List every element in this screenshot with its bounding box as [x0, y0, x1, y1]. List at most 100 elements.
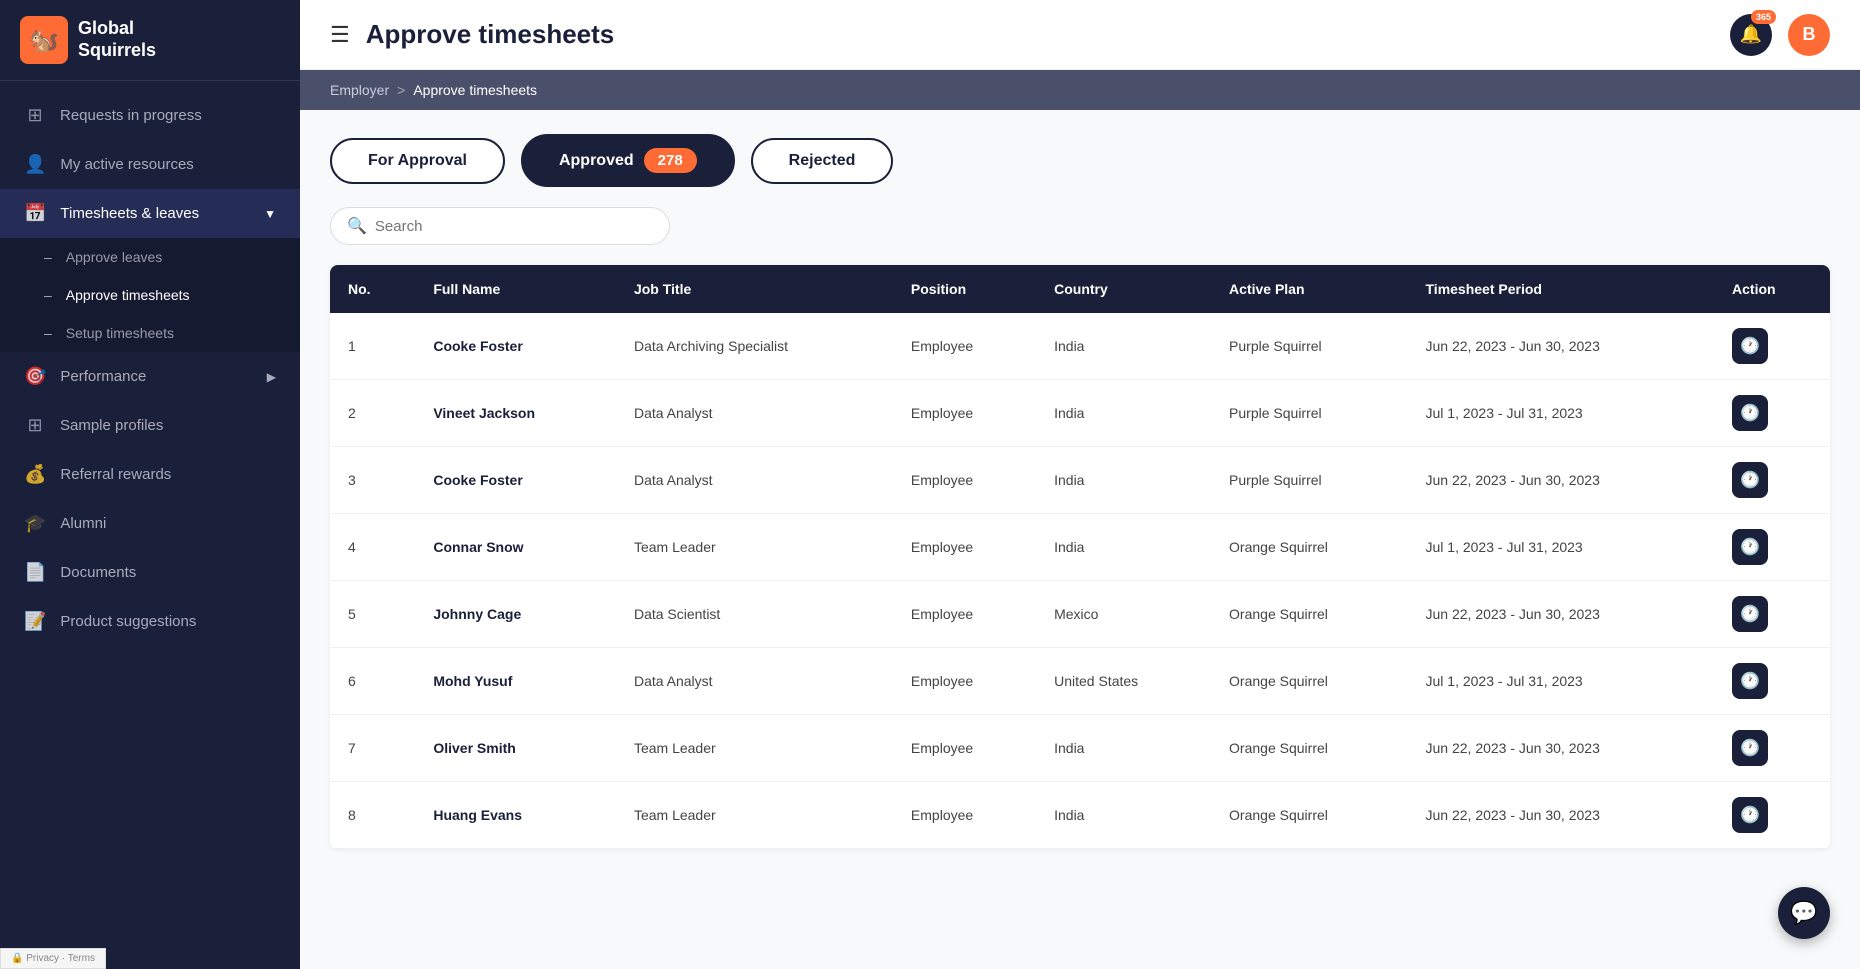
cell-activeplan: Orange Squirrel — [1211, 648, 1407, 715]
tab-rejected-label: Rejected — [789, 152, 856, 170]
hamburger-menu[interactable]: ☰ — [330, 22, 350, 48]
data-table-wrapper: No. Full Name Job Title Position Country… — [330, 265, 1830, 849]
cell-period: Jun 22, 2023 - Jun 30, 2023 — [1408, 447, 1715, 514]
table-row: 5 Johnny Cage Data Scientist Employee Me… — [330, 581, 1830, 648]
view-timesheet-button[interactable]: 🕐 — [1732, 797, 1768, 833]
sidebar-item-documents[interactable]: 📄 Documents — [0, 548, 300, 597]
cell-action: 🕐 — [1714, 447, 1830, 514]
cell-period: Jun 22, 2023 - Jun 30, 2023 — [1408, 313, 1715, 380]
sidebar-item-approve-leaves[interactable]: – Approve leaves — [0, 238, 300, 276]
sidebar-item-sample[interactable]: ⊞ Sample profiles — [0, 401, 300, 450]
chat-fab-button[interactable]: 💬 — [1778, 887, 1830, 939]
table-row: 7 Oliver Smith Team Leader Employee Indi… — [330, 715, 1830, 782]
notification-button[interactable]: 🔔 365 — [1730, 14, 1772, 56]
col-action: Action — [1714, 265, 1830, 313]
cell-country: United States — [1036, 648, 1211, 715]
table-row: 3 Cooke Foster Data Analyst Employee Ind… — [330, 447, 1830, 514]
sidebar-item-performance[interactable]: 🎯 Performance ▶ — [0, 352, 300, 401]
sidebar-nav: ⊞ Requests in progress 👤 My active resou… — [0, 81, 300, 969]
sidebar-item-referral[interactable]: 💰 Referral rewards — [0, 450, 300, 499]
col-jobtitle: Job Title — [616, 265, 893, 313]
cell-activeplan: Purple Squirrel — [1211, 313, 1407, 380]
cell-position: Employee — [893, 380, 1036, 447]
table-header: No. Full Name Job Title Position Country… — [330, 265, 1830, 313]
cell-country: India — [1036, 514, 1211, 581]
cell-action: 🕐 — [1714, 782, 1830, 849]
view-timesheet-button[interactable]: 🕐 — [1732, 663, 1768, 699]
view-timesheet-button[interactable]: 🕐 — [1732, 730, 1768, 766]
cell-country: India — [1036, 313, 1211, 380]
cell-jobtitle: Team Leader — [616, 782, 893, 849]
cell-no: 1 — [330, 313, 415, 380]
timesheets-table: No. Full Name Job Title Position Country… — [330, 265, 1830, 849]
table-row: 2 Vineet Jackson Data Analyst Employee I… — [330, 380, 1830, 447]
col-country: Country — [1036, 265, 1211, 313]
sidebar-label-approve-leaves: Approve leaves — [66, 249, 163, 265]
view-timesheet-button[interactable]: 🕐 — [1732, 328, 1768, 364]
cell-period: Jun 22, 2023 - Jun 30, 2023 — [1408, 581, 1715, 648]
cell-position: Employee — [893, 715, 1036, 782]
sidebar-label-referral: Referral rewards — [60, 466, 171, 483]
cell-activeplan: Orange Squirrel — [1211, 715, 1407, 782]
cell-position: Employee — [893, 313, 1036, 380]
recaptcha-bar: 🔒 Privacy · Terms — [0, 948, 106, 969]
col-period: Timesheet Period — [1408, 265, 1715, 313]
sidebar-item-alumni[interactable]: 🎓 Alumni — [0, 499, 300, 548]
sidebar-item-requests[interactable]: ⊞ Requests in progress — [0, 91, 300, 140]
cell-name: Johnny Cage — [415, 581, 616, 648]
cell-name: Cooke Foster — [415, 447, 616, 514]
sidebar-item-setup-timesheets[interactable]: – Setup timesheets — [0, 314, 300, 352]
sidebar-item-timesheets[interactable]: 📅 Timesheets & leaves ▼ — [0, 189, 300, 238]
cell-country: Mexico — [1036, 581, 1211, 648]
tab-approved[interactable]: Approved 278 — [521, 134, 735, 187]
cell-no: 3 — [330, 447, 415, 514]
user-avatar[interactable]: B — [1788, 14, 1830, 56]
tab-for-approval-label: For Approval — [368, 152, 467, 170]
view-timesheet-button[interactable]: 🕐 — [1732, 529, 1768, 565]
requests-icon: ⊞ — [24, 105, 46, 126]
cell-activeplan: Orange Squirrel — [1211, 581, 1407, 648]
resources-icon: 👤 — [24, 154, 46, 175]
view-timesheet-button[interactable]: 🕐 — [1732, 462, 1768, 498]
search-input[interactable] — [375, 218, 653, 235]
sidebar-item-approve-timesheets[interactable]: – Approve timesheets — [0, 276, 300, 314]
cell-activeplan: Orange Squirrel — [1211, 514, 1407, 581]
cell-period: Jun 22, 2023 - Jun 30, 2023 — [1408, 715, 1715, 782]
sidebar-item-resources[interactable]: 👤 My active resources — [0, 140, 300, 189]
cell-name: Vineet Jackson — [415, 380, 616, 447]
col-fullname: Full Name — [415, 265, 616, 313]
sidebar-label-resources: My active resources — [60, 156, 193, 173]
cell-country: India — [1036, 782, 1211, 849]
cell-country: India — [1036, 380, 1211, 447]
sidebar-label-requests: Requests in progress — [60, 107, 202, 124]
cell-activeplan: Orange Squirrel — [1211, 782, 1407, 849]
tab-for-approval[interactable]: For Approval — [330, 138, 505, 184]
sidebar-item-product[interactable]: 📝 Product suggestions — [0, 597, 300, 646]
bell-icon: 🔔 — [1740, 24, 1762, 45]
cell-jobtitle: Data Archiving Specialist — [616, 313, 893, 380]
cell-jobtitle: Data Analyst — [616, 447, 893, 514]
breadcrumb-employer[interactable]: Employer — [330, 82, 389, 98]
tab-rejected[interactable]: Rejected — [751, 138, 894, 184]
table-row: 4 Connar Snow Team Leader Employee India… — [330, 514, 1830, 581]
timesheets-chevron: ▼ — [264, 207, 276, 221]
view-timesheet-button[interactable]: 🕐 — [1732, 395, 1768, 431]
chat-icon: 💬 — [1790, 900, 1817, 926]
product-icon: 📝 — [24, 611, 46, 632]
cell-no: 5 — [330, 581, 415, 648]
page-title: Approve timesheets — [366, 19, 615, 50]
logo-container[interactable]: 🐿️ GlobalSquirrels — [0, 0, 300, 81]
table-row: 6 Mohd Yusuf Data Analyst Employee Unite… — [330, 648, 1830, 715]
cell-country: India — [1036, 715, 1211, 782]
performance-icon: 🎯 — [24, 366, 46, 387]
sidebar-label-approve-timesheets: Approve timesheets — [66, 287, 190, 303]
sidebar-label-performance: Performance — [60, 368, 146, 385]
view-timesheet-button[interactable]: 🕐 — [1732, 596, 1768, 632]
cell-no: 8 — [330, 782, 415, 849]
notification-badge: 365 — [1751, 10, 1776, 24]
col-no: No. — [330, 265, 415, 313]
breadcrumb-separator: > — [397, 82, 405, 98]
cell-period: Jun 22, 2023 - Jun 30, 2023 — [1408, 782, 1715, 849]
cell-name: Oliver Smith — [415, 715, 616, 782]
sidebar-label-sample: Sample profiles — [60, 417, 163, 434]
